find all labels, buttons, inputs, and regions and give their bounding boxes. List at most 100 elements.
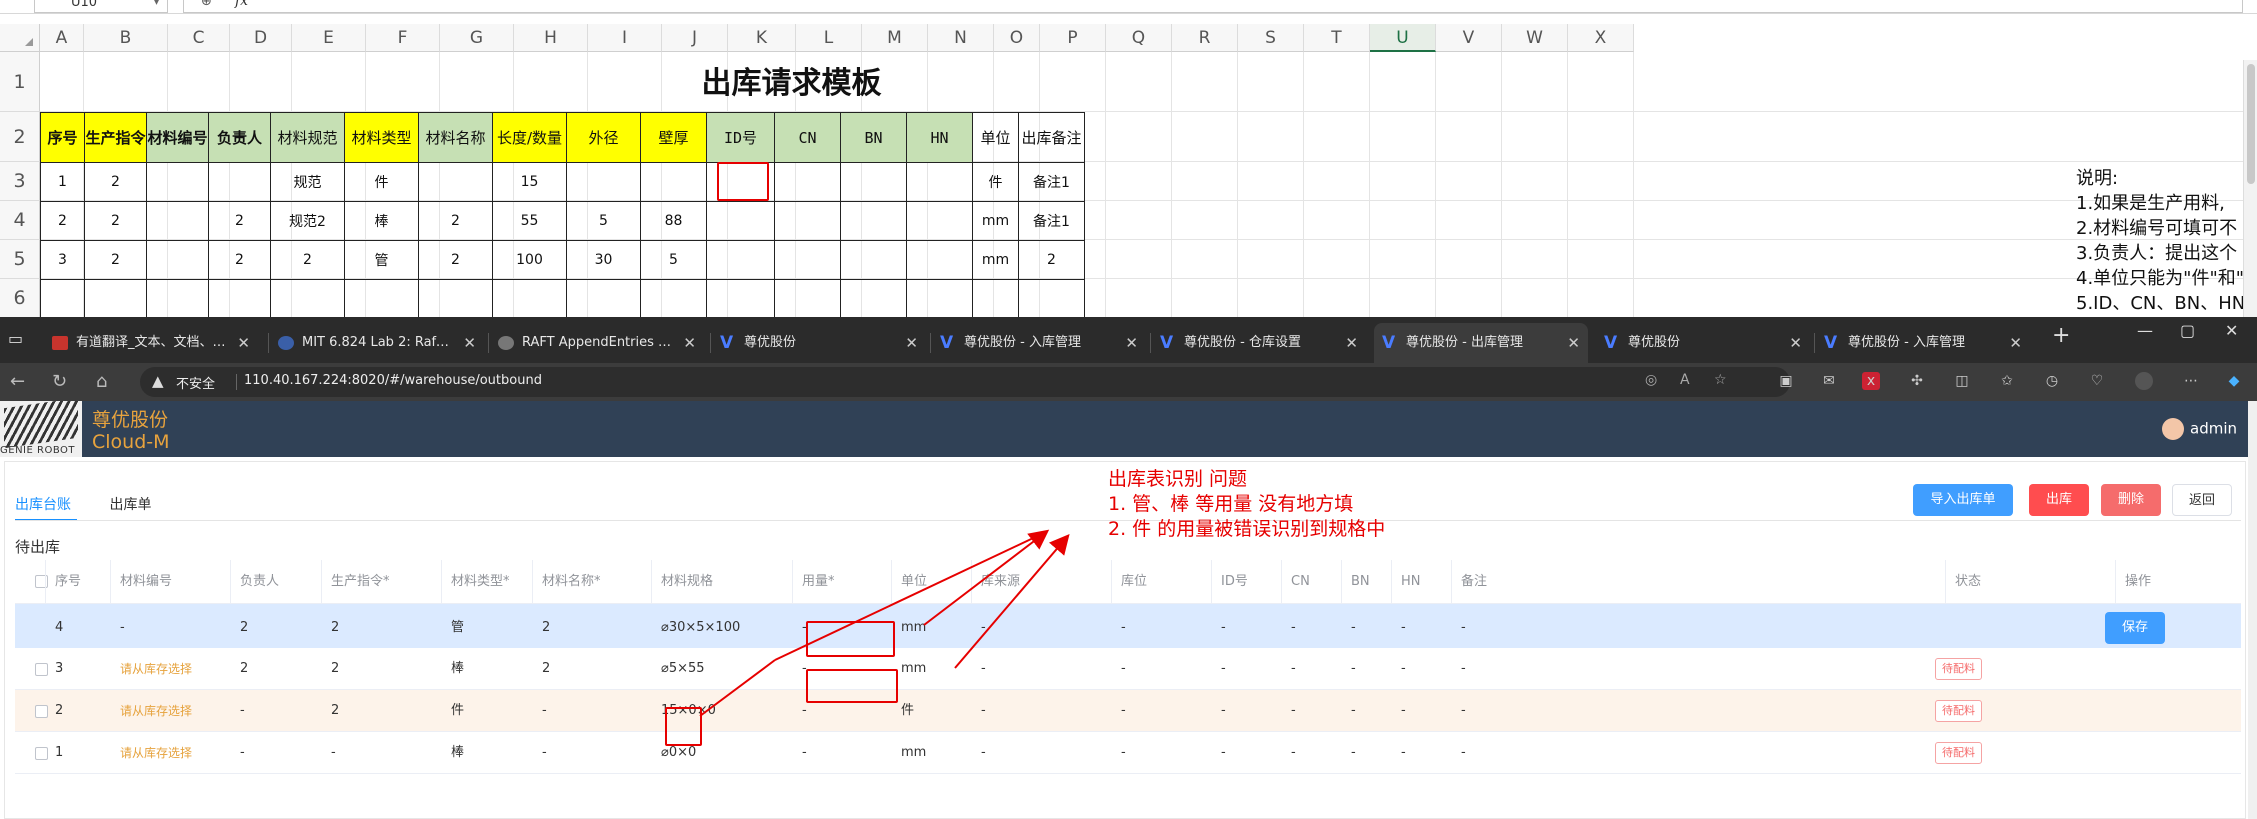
tab-label[interactable]: 尊优股份 - 入库管理 [1848,323,2000,363]
column-header-e[interactable]: E [292,24,366,52]
sheet-cell[interactable] [418,162,493,202]
sheet-cell[interactable] [706,201,775,241]
text-size-icon[interactable]: A [1680,372,1690,388]
name-box[interactable]: U10 ▾ [34,0,168,13]
select-all-corner[interactable] [0,24,40,52]
column-header-n[interactable]: N [928,24,994,52]
tab-label[interactable]: 尊优股份 - 出库管理 [1406,323,1558,363]
column-header[interactable]: 负责人 [240,560,279,604]
back-button[interactable]: 返回 [2172,484,2232,516]
sheet-cell[interactable]: 2 [208,240,271,280]
column-header[interactable]: 单位 [901,560,927,604]
sheet-cell[interactable] [906,201,973,241]
row-checkbox[interactable] [35,704,48,718]
column-header-b[interactable]: B [84,24,168,52]
sheet-cell[interactable]: 5 [566,201,641,241]
column-header[interactable]: BN [1351,560,1370,604]
warning-icon[interactable]: ▲ [152,372,164,390]
sheet-cell[interactable]: 2 [84,201,147,241]
column-header-a[interactable]: A [40,24,84,52]
close-tab-icon[interactable]: ✕ [237,323,250,363]
sheet-cell[interactable] [840,240,907,280]
sheet-cell[interactable] [774,201,841,241]
sheet-cell[interactable] [146,240,209,280]
home-icon[interactable]: ⌂ [96,371,107,392]
sheet-cell[interactable] [706,240,775,280]
sheet-header-cell[interactable]: 负责人 [208,112,271,163]
column-header-s[interactable]: S [1238,24,1304,52]
sheet-cell[interactable]: 5 [640,240,707,280]
column-header[interactable]: ID号 [1221,560,1248,604]
mail-icon[interactable]: ✉ [1820,372,1838,390]
row-header-3[interactable]: 3 [0,162,40,201]
column-header-t[interactable]: T [1304,24,1370,52]
sheet-cell[interactable]: 件 [972,162,1019,202]
save-button[interactable]: 保存 [2105,611,2165,644]
close-tab-icon[interactable]: ✕ [463,323,476,363]
column-header-r[interactable]: R [1172,24,1238,52]
column-header[interactable]: 材料类型* [451,560,510,604]
browser-tab[interactable]: 尊优股份 - 出库管理✕ [1374,323,1588,363]
sheet-cell[interactable]: 2 [418,240,493,280]
url-text[interactable]: 110.40.167.224:8020/#/warehouse/outbound [244,373,542,388]
column-header-v[interactable]: V [1436,24,1502,52]
sheet-cell[interactable]: 15 [492,162,567,202]
favorite-star-icon[interactable]: ☆ [1714,372,1727,388]
column-header-f[interactable]: F [366,24,440,52]
sheet-cell[interactable] [640,162,707,202]
column-header[interactable]: 材料规格 [661,560,713,604]
sheet-header-cell[interactable]: 材料编号 [146,112,209,163]
sheet-cell[interactable]: 规范 [270,162,345,202]
sheet-header-cell[interactable]: 材料规范 [270,112,345,163]
back-icon[interactable]: ← [10,371,25,392]
sheet-header-cell[interactable]: 外径 [566,112,641,163]
sheet-cell[interactable] [774,240,841,280]
column-header[interactable]: 用量* [802,560,835,604]
sheet-cell[interactable]: 30 [566,240,641,280]
username[interactable]: admin [2190,420,2237,438]
sheet-cell[interactable]: 2 [84,162,147,202]
column-header[interactable]: 库来源 [981,560,1020,604]
sheet-header-cell[interactable]: ID号 [706,112,775,163]
more-menu-icon[interactable]: ⋯ [2182,372,2200,390]
sheet-cell[interactable]: 1 [40,162,85,202]
column-header-m[interactable]: M [862,24,928,52]
extension-1-icon[interactable]: ▣ [1777,372,1795,390]
browser-tab[interactable]: 尊优股份 - 仓库设置✕ [1152,323,1366,363]
column-header[interactable]: 生产指令* [331,560,390,604]
browser-tab[interactable]: MIT 6.824 Lab 2: Raft 实验 | R✕ [270,323,484,363]
tab-label[interactable]: 尊优股份 - 仓库设置 [1184,323,1336,363]
puzzle-icon[interactable]: ✣ [1908,372,1926,390]
row-checkbox[interactable] [35,662,48,676]
browser-tab[interactable]: 尊优股份✕ [712,323,926,363]
import-outbound-button[interactable]: 导入出库单 [1913,484,2013,516]
cell-usage[interactable]: - [802,732,807,774]
sheet-header-cell[interactable]: 序号 [40,112,85,163]
column-header-k[interactable]: K [728,24,796,52]
sheet-cell[interactable]: 2 [208,201,271,241]
table-row[interactable]: 4-2 2 管 2 ⌀30×5×100- mm - - - - - - - 保存 [15,604,2241,651]
sheet-header-cell[interactable]: 材料名称 [418,112,493,163]
column-header[interactable]: 库位 [1121,560,1147,604]
sheet-header-cell[interactable]: 生产指令 [84,112,147,163]
column-header-d[interactable]: D [230,24,292,52]
formula-input[interactable]: ⊕ fx [183,0,2243,13]
page-scrollbar[interactable] [2248,401,2257,819]
close-tab-icon[interactable]: ✕ [1345,323,1358,363]
sheet-cell[interactable] [906,240,973,280]
delete-button[interactable]: 删除 [2101,484,2161,516]
copilot-icon[interactable]: ◆ [2225,372,2243,390]
column-header[interactable]: CN [1291,560,1310,604]
cell-code[interactable]: 请从库存选择 [120,732,192,774]
sheet-cell[interactable]: 备注1 [1018,162,1085,202]
tab-outbound-ledger[interactable]: 出库台账 [15,497,71,513]
column-header[interactable]: 序号 [55,560,81,604]
browser-tab[interactable]: 尊优股份 - 入库管理✕ [1816,323,2030,363]
tab-label[interactable]: RAFT AppendEntries RPC解释 [522,323,674,363]
tab-label[interactable]: MIT 6.824 Lab 2: Raft 实验 | R [302,323,454,363]
vertical-scrollbar[interactable] [2243,60,2257,317]
sheet-header-cell[interactable]: 壁厚 [640,112,707,163]
column-header[interactable]: 材料名称* [542,560,601,604]
sheet-cell[interactable] [906,162,973,202]
outbound-button[interactable]: 出库 [2029,484,2089,516]
